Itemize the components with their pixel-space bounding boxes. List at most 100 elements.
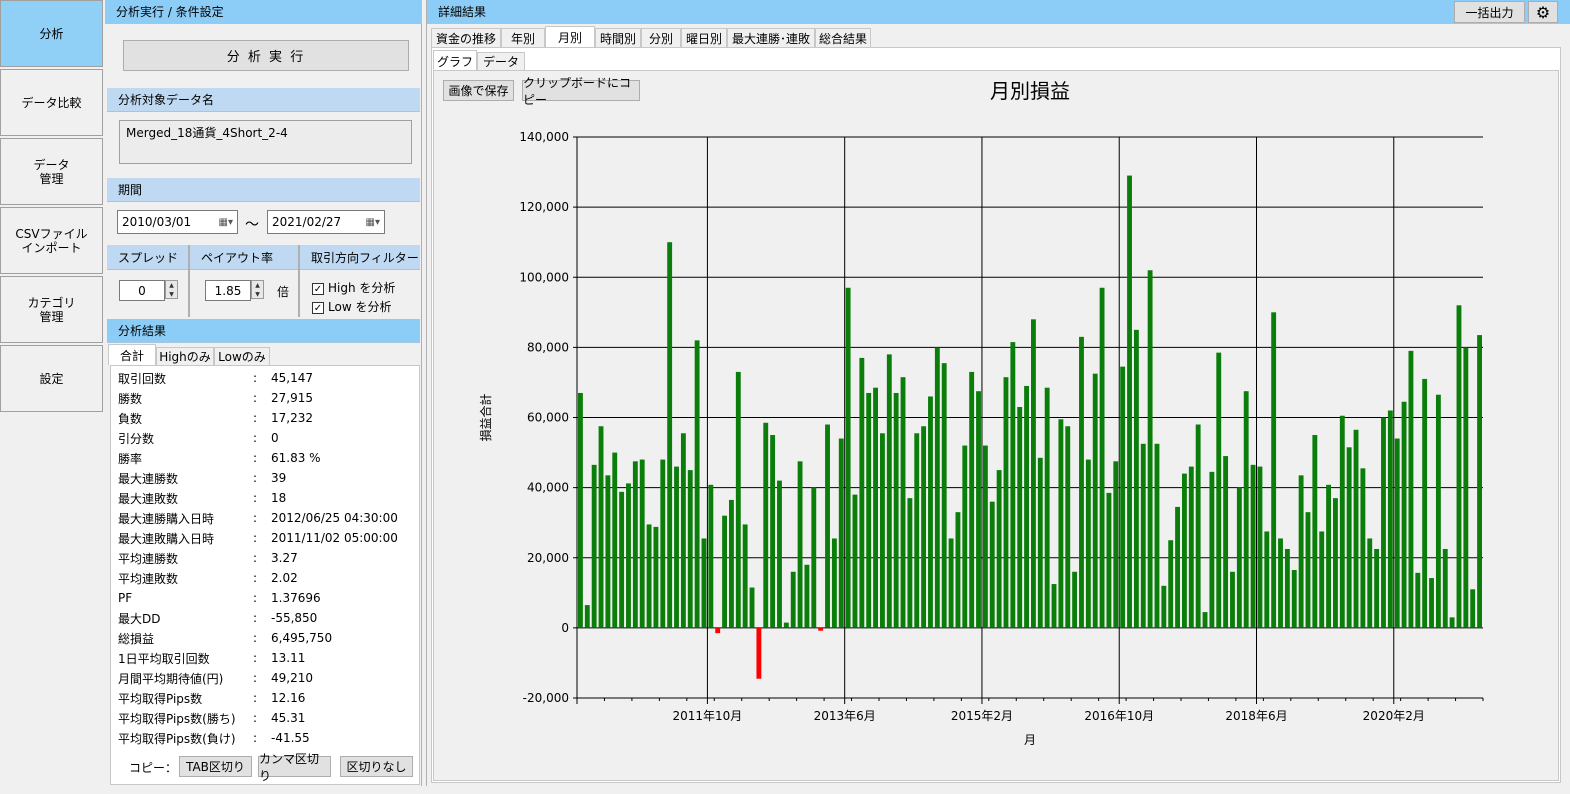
bar: [1346, 447, 1352, 628]
stat-colon: :: [253, 731, 258, 745]
bar: [1154, 443, 1160, 628]
bar: [639, 459, 645, 628]
bar: [1250, 464, 1256, 628]
stat-value: 1.37696: [271, 591, 321, 605]
bar: [1161, 585, 1167, 628]
bar: [722, 515, 727, 628]
bar: [1182, 473, 1187, 628]
tab-low-only[interactable]: Lowのみ: [214, 347, 270, 365]
bar: [708, 484, 714, 628]
stat-row: 月間平均期待値(円):49,210: [118, 668, 313, 688]
bar: [1298, 475, 1304, 628]
stat-colon: :: [253, 551, 258, 565]
nav-category-manage[interactable]: カテゴリ 管理: [0, 276, 103, 343]
stat-colon: :: [253, 411, 258, 425]
bar: [687, 470, 693, 628]
tab-monthly[interactable]: 月別: [545, 26, 595, 47]
tab-max-streak[interactable]: 最大連勝･連敗: [727, 28, 815, 47]
stat-row: 最大連勝数:39: [118, 468, 286, 488]
bar: [1024, 385, 1029, 628]
stat-value: 12.16: [271, 691, 306, 705]
tab-high-only[interactable]: Highのみ: [156, 347, 214, 365]
tab-summary[interactable]: 総合結果: [815, 28, 871, 47]
bar: [859, 357, 865, 628]
stat-row: 取引回数:45,147: [118, 368, 313, 388]
x-tick-label: 2015年2月: [951, 709, 1013, 723]
bar: [770, 435, 776, 628]
data-name-field[interactable]: Merged_18通貨_4Short_2-4: [119, 120, 412, 164]
bar: [1106, 492, 1112, 628]
subtab-data[interactable]: データ: [477, 52, 525, 70]
date-from-field[interactable]: 2010/03/01 ▦▾: [117, 210, 238, 234]
stat-row: 最大連勝購入日時:2012/06/25 04:30:00: [118, 508, 398, 528]
tab-fund-trend[interactable]: 資金の推移: [431, 28, 501, 47]
payout-input[interactable]: 1.85: [205, 280, 251, 301]
stat-label: PF: [118, 591, 133, 605]
stat-label: 1日平均取引回数: [118, 651, 210, 666]
detail-header: 詳細結果: [427, 0, 1570, 24]
filter-high-checkbox[interactable]: ✓ High を分析: [312, 279, 395, 296]
bar: [1003, 377, 1009, 628]
calendar-icon[interactable]: ▦▾: [366, 217, 380, 228]
copy-tab-button[interactable]: TAB区切り: [179, 756, 252, 777]
bar: [1422, 378, 1428, 628]
bar: [1140, 443, 1146, 628]
date-to-field[interactable]: 2021/02/27 ▦▾: [267, 210, 385, 234]
bar: [619, 491, 625, 628]
bar: [996, 470, 1002, 628]
bar: [783, 622, 789, 628]
tab-yearly[interactable]: 年別: [501, 28, 545, 47]
y-tick-label: 0: [561, 621, 569, 635]
nav-csv-import[interactable]: CSVファイル インポート: [0, 207, 103, 274]
copy-none-button[interactable]: 区切りなし: [340, 756, 413, 777]
bar: [1195, 424, 1201, 628]
nav-settings[interactable]: 設定: [0, 345, 103, 412]
subtab-graph[interactable]: グラフ: [433, 50, 477, 71]
bar: [1113, 461, 1119, 628]
bar: [1037, 457, 1043, 628]
bar: [900, 377, 906, 628]
nav-analysis[interactable]: 分析: [0, 0, 103, 67]
spread-input[interactable]: 0: [119, 280, 165, 301]
spread-spinner[interactable]: ▲ ▼: [165, 280, 178, 299]
settings-button[interactable]: ⚙: [1528, 1, 1558, 23]
tab-minute[interactable]: 分別: [641, 28, 681, 47]
bar: [825, 424, 830, 628]
bar: [1175, 506, 1180, 628]
stat-row: 1日平均取引回数:13.11: [118, 648, 305, 668]
tab-hourly[interactable]: 時間別: [595, 28, 641, 47]
bar: [914, 433, 920, 628]
bar: [1223, 456, 1229, 628]
bar: [1188, 466, 1194, 628]
nav-data-manage[interactable]: データ 管理: [0, 138, 103, 205]
stat-value: 2.02: [271, 571, 298, 585]
stat-row: 最大DD: -55,850: [118, 608, 317, 628]
stat-colon: :: [253, 571, 258, 585]
bar: [680, 433, 686, 628]
bar: [1339, 415, 1345, 628]
export-all-button[interactable]: 一括出力: [1454, 1, 1525, 23]
nav-data-compare[interactable]: データ比較: [0, 69, 103, 136]
payout-unit: 倍: [277, 285, 290, 299]
stat-colon: :: [253, 651, 258, 665]
bar: [1085, 459, 1091, 628]
bar: [1230, 571, 1235, 628]
stat-value: 49,210: [271, 671, 313, 685]
run-analysis-button[interactable]: 分 析 実 行: [123, 40, 409, 71]
stat-value: -55,850: [271, 611, 318, 625]
payout-spinner[interactable]: ▲ ▼: [251, 280, 264, 299]
bar: [921, 426, 927, 628]
filter-low-checkbox[interactable]: ✓ Low を分析: [312, 298, 391, 315]
calendar-icon[interactable]: ▦▾: [219, 217, 233, 228]
bar: [578, 392, 583, 628]
bar: [873, 387, 878, 628]
stat-value: -41.55: [271, 731, 310, 745]
tab-total[interactable]: 合計: [108, 344, 156, 365]
bar: [838, 438, 844, 628]
copy-comma-button[interactable]: カンマ区切り: [258, 752, 331, 783]
gear-icon: ⚙: [1535, 2, 1551, 22]
tab-weekday[interactable]: 曜日別: [681, 28, 727, 47]
bar: [1319, 531, 1325, 628]
y-axis-label: 損益合計: [478, 393, 493, 441]
results-header: 分析結果: [107, 319, 420, 343]
